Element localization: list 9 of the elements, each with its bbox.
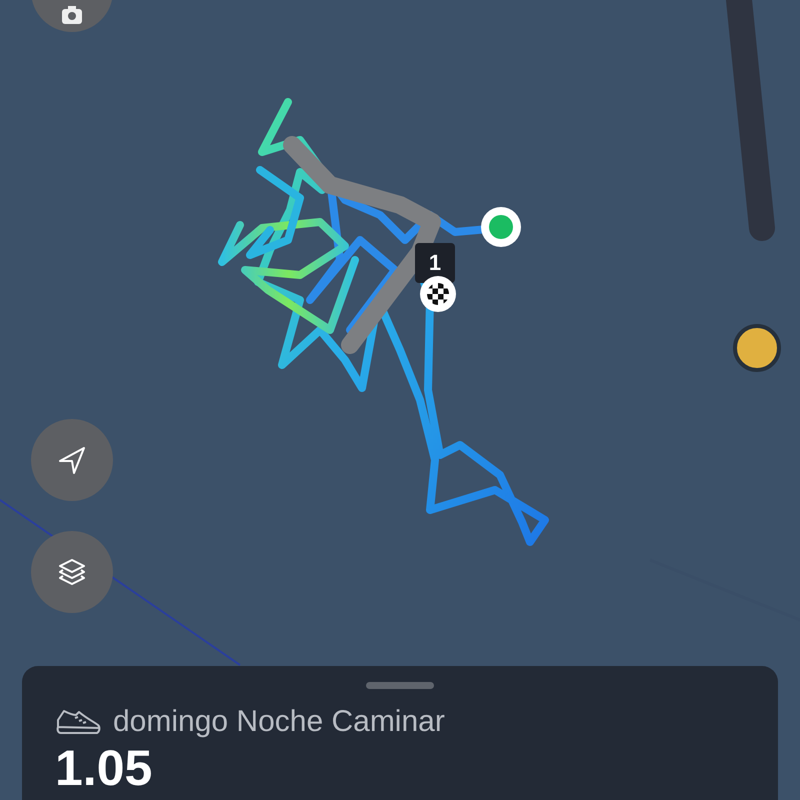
drag-handle[interactable] xyxy=(366,682,434,689)
activity-title: domingo Noche Caminar xyxy=(113,705,445,739)
distance-value: 1.05 xyxy=(55,743,152,793)
shoe-icon xyxy=(55,708,101,736)
start-marker xyxy=(480,206,522,248)
navigation-arrow-icon xyxy=(56,444,88,476)
lap-marker: 1 xyxy=(415,243,455,283)
checkered-flag-icon xyxy=(419,275,457,313)
layers-icon xyxy=(56,556,88,588)
